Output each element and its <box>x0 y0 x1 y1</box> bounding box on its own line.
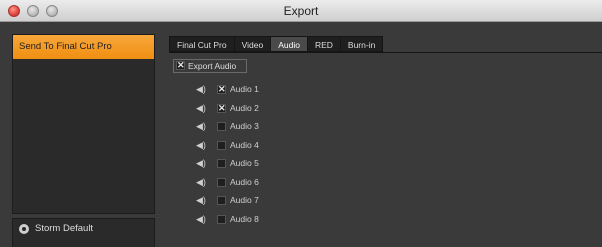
audio-track-row: ◀) Audio 6 <box>0 176 602 188</box>
audio-track-label: Audio 8 <box>230 213 259 224</box>
audio-track-row: ◀) Audio 3 <box>0 120 602 132</box>
audio-track-checkbox[interactable] <box>217 122 226 131</box>
speaker-icon[interactable]: ◀) <box>196 177 206 187</box>
window-title: Export <box>283 4 319 18</box>
audio-track-row: ◀) ✕ Audio 1 <box>0 83 602 95</box>
audio-track-checkbox[interactable]: ✕ <box>217 85 226 94</box>
tab-red[interactable]: RED <box>307 36 341 52</box>
export-window: Export Send To Final Cut Pro Storm Defau… <box>0 0 602 247</box>
tab-final-cut-pro[interactable]: Final Cut Pro <box>169 36 235 52</box>
speaker-icon[interactable]: ◀) <box>196 158 206 168</box>
audio-track-row: ◀) Audio 7 <box>0 194 602 206</box>
speaker-icon[interactable]: ◀) <box>196 84 206 94</box>
audio-track-checkbox[interactable] <box>217 177 226 187</box>
export-audio-checkbox[interactable]: ✕ <box>176 61 185 70</box>
speaker-icon[interactable]: ◀) <box>196 121 206 131</box>
speaker-icon[interactable]: ◀) <box>196 140 206 150</box>
tab-audio[interactable]: Audio <box>271 36 308 52</box>
tab-divider <box>169 52 602 53</box>
audio-track-row: ◀) ✕ Audio 2 <box>0 102 602 114</box>
audio-track-label: Audio 6 <box>230 176 259 187</box>
speaker-icon[interactable]: ◀) <box>196 214 206 224</box>
tab-video[interactable]: Video <box>234 36 272 52</box>
audio-track-label: Audio 5 <box>230 158 259 168</box>
audio-track-label: Audio 4 <box>230 139 259 150</box>
audio-track-checkbox[interactable] <box>217 159 226 168</box>
audio-track-checkbox[interactable] <box>217 140 226 150</box>
speaker-icon[interactable]: ◀) <box>196 103 206 113</box>
audio-track-row: ◀) Audio 4 <box>0 139 602 151</box>
audio-track-checkbox[interactable] <box>217 214 226 224</box>
audio-track-checkbox[interactable] <box>217 196 226 205</box>
preset-label: Storm Default <box>35 223 94 234</box>
audio-track-label: Audio 7 <box>230 195 259 205</box>
audio-track-row: ◀) Audio 8 <box>0 213 602 225</box>
audio-track-label: Audio 2 <box>230 102 259 113</box>
audio-track-label: Audio 1 <box>230 84 259 94</box>
title-bar: Export <box>0 0 602 22</box>
export-audio-label: Export Audio <box>188 61 237 71</box>
speaker-icon[interactable]: ◀) <box>196 195 206 205</box>
sidebar-item-send-to-final-cut-pro[interactable]: Send To Final Cut Pro <box>13 35 154 59</box>
audio-track-row: ◀) Audio 5 <box>0 157 602 169</box>
gear-icon <box>19 224 29 234</box>
tab-burn-in[interactable]: Burn-in <box>340 36 384 52</box>
audio-track-checkbox[interactable]: ✕ <box>217 103 226 113</box>
tab-bar: Final Cut Pro Video Audio RED Burn-in <box>169 36 384 52</box>
audio-track-label: Audio 3 <box>230 121 259 131</box>
